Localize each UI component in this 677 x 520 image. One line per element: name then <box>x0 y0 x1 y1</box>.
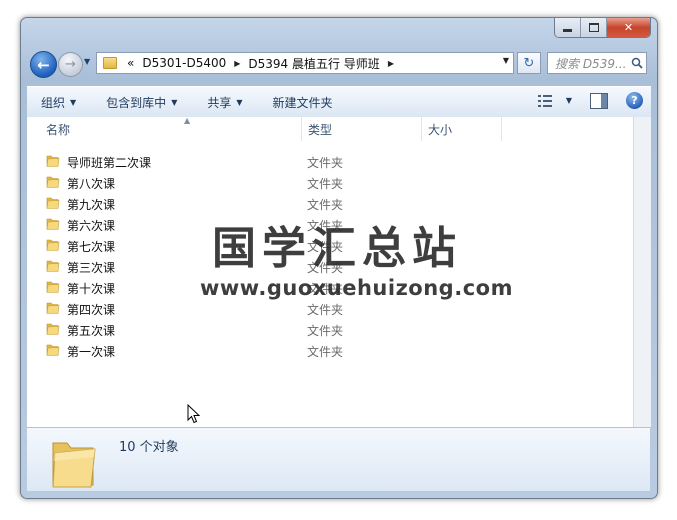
file-row[interactable]: 第九次课 文件夹 <box>27 193 633 214</box>
window-controls: ✕ <box>554 18 651 38</box>
folder-icon <box>46 322 60 336</box>
file-type: 文件夹 <box>307 324 344 338</box>
preview-pane-button[interactable] <box>590 92 608 109</box>
address-dropdown-icon[interactable]: ▼ <box>503 56 509 65</box>
file-type: 文件夹 <box>307 303 344 317</box>
large-folder-icon <box>49 435 99 489</box>
file-name: 第九次课 <box>67 198 116 212</box>
folder-icon <box>46 343 60 357</box>
new-folder-button[interactable]: 新建文件夹 <box>273 94 333 111</box>
maximize-button[interactable] <box>581 18 607 37</box>
chevron-down-icon: ▼ <box>84 57 91 66</box>
folder-icon <box>46 175 60 189</box>
recent-pages-button[interactable]: ▼ <box>84 57 90 66</box>
navigation-bar: ← → ▼ « D5301-D5400 ▶ D5394 晨植五行 导师班 ▶ ▼… <box>27 48 651 80</box>
folder-icon <box>46 259 60 273</box>
new-folder-label: 新建文件夹 <box>272 95 333 110</box>
address-history-chevron[interactable]: « <box>123 56 138 70</box>
breadcrumb-item[interactable]: D5394 晨植五行 导师班 <box>244 55 383 72</box>
include-in-library-menu[interactable]: 包含到库中 ▼ <box>106 94 177 111</box>
search-placeholder: 搜索 D539... <box>555 56 627 71</box>
refresh-button[interactable]: ↻ <box>517 52 541 74</box>
file-type: 文件夹 <box>307 345 344 359</box>
share-menu[interactable]: 共享 ▼ <box>207 94 242 111</box>
minimize-button[interactable] <box>555 18 581 37</box>
refresh-icon: ↻ <box>523 55 535 71</box>
file-name: 第十次课 <box>67 282 116 296</box>
share-label: 共享 <box>207 95 232 110</box>
folder-icon <box>46 154 60 168</box>
breadcrumb-separator-icon[interactable]: ▶ <box>230 59 244 68</box>
address-bar[interactable]: « D5301-D5400 ▶ D5394 晨植五行 导师班 ▶ ▼ <box>96 52 514 74</box>
file-name: 第六次课 <box>67 219 116 233</box>
file-name: 第三次课 <box>67 261 116 275</box>
arrow-right-icon: → <box>65 57 76 72</box>
search-icon <box>628 57 646 69</box>
file-name: 第四次课 <box>67 303 116 317</box>
watermark-url: www.guoxuehuizong.com <box>200 276 513 300</box>
back-button[interactable]: ← <box>30 51 57 78</box>
maximize-icon <box>588 23 599 32</box>
command-bar: 组织 ▼ 包含到库中 ▼ 共享 ▼ 新建文件夹 ▼ ? <box>27 86 651 118</box>
column-header-type[interactable]: 类型 <box>301 117 421 141</box>
folder-icon <box>103 57 117 69</box>
folder-icon <box>46 301 60 315</box>
organize-menu[interactable]: 组织 ▼ <box>41 94 76 111</box>
view-list-icon <box>537 94 552 107</box>
file-name: 第八次课 <box>67 177 116 191</box>
file-type: 文件夹 <box>307 177 344 191</box>
chevron-down-icon: ▼ <box>236 97 243 107</box>
breadcrumb-item[interactable]: D5301-D5400 <box>138 56 230 70</box>
file-type: 文件夹 <box>307 198 344 212</box>
file-row[interactable]: 第八次课 文件夹 <box>27 172 633 193</box>
folder-icon <box>46 196 60 210</box>
column-headers: 名称 ▲ 类型 大小 <box>27 116 633 141</box>
file-row[interactable]: 第一次课 文件夹 <box>27 340 633 361</box>
arrow-left-icon: ← <box>37 55 50 74</box>
column-size-label: 大小 <box>428 122 453 137</box>
column-header-name[interactable]: 名称 ▲ <box>46 116 301 141</box>
close-button[interactable]: ✕ <box>607 18 650 37</box>
item-count-text: 10 个对象 <box>119 440 179 455</box>
file-name: 第五次课 <box>67 324 116 338</box>
search-input[interactable]: 搜索 D539... <box>547 52 647 74</box>
file-row[interactable]: 导师班第二次课 文件夹 <box>27 151 633 172</box>
minimize-icon <box>563 29 572 32</box>
folder-icon <box>46 217 60 231</box>
column-type-label: 类型 <box>308 122 333 137</box>
file-type: 文件夹 <box>307 156 344 170</box>
file-name: 第一次课 <box>67 345 116 359</box>
chevron-down-icon: ▼ <box>70 97 77 107</box>
toolbar-right: ▼ ? <box>537 92 643 109</box>
column-name-label: 名称 <box>46 122 71 137</box>
folder-icon <box>46 280 60 294</box>
column-header-size[interactable]: 大小 <box>421 117 501 141</box>
folder-icon <box>46 238 60 252</box>
include-library-label: 包含到库中 <box>106 95 167 110</box>
file-name: 导师班第二次课 <box>67 156 152 170</box>
view-dropdown-icon[interactable]: ▼ <box>566 96 572 105</box>
forward-button[interactable]: → <box>58 52 83 77</box>
vertical-scrollbar[interactable] <box>633 117 651 427</box>
organize-label: 组织 <box>41 95 66 110</box>
breadcrumb-separator-icon[interactable]: ▶ <box>384 59 398 68</box>
chevron-down-icon: ▼ <box>171 97 178 107</box>
help-button[interactable]: ? <box>626 92 643 109</box>
details-pane: 10 个对象 <box>27 427 650 491</box>
view-options-button[interactable] <box>537 94 556 108</box>
sort-ascending-icon: ▲ <box>184 116 191 125</box>
help-icon: ? <box>631 94 638 107</box>
watermark-title: 国学汇总站 <box>212 223 462 274</box>
mouse-cursor-icon <box>187 404 201 424</box>
column-divider <box>501 117 502 141</box>
file-name: 第七次课 <box>67 240 116 254</box>
file-row[interactable]: 第五次课 文件夹 <box>27 319 633 340</box>
close-icon: ✕ <box>623 21 634 34</box>
file-row[interactable]: 第四次课 文件夹 <box>27 298 633 319</box>
